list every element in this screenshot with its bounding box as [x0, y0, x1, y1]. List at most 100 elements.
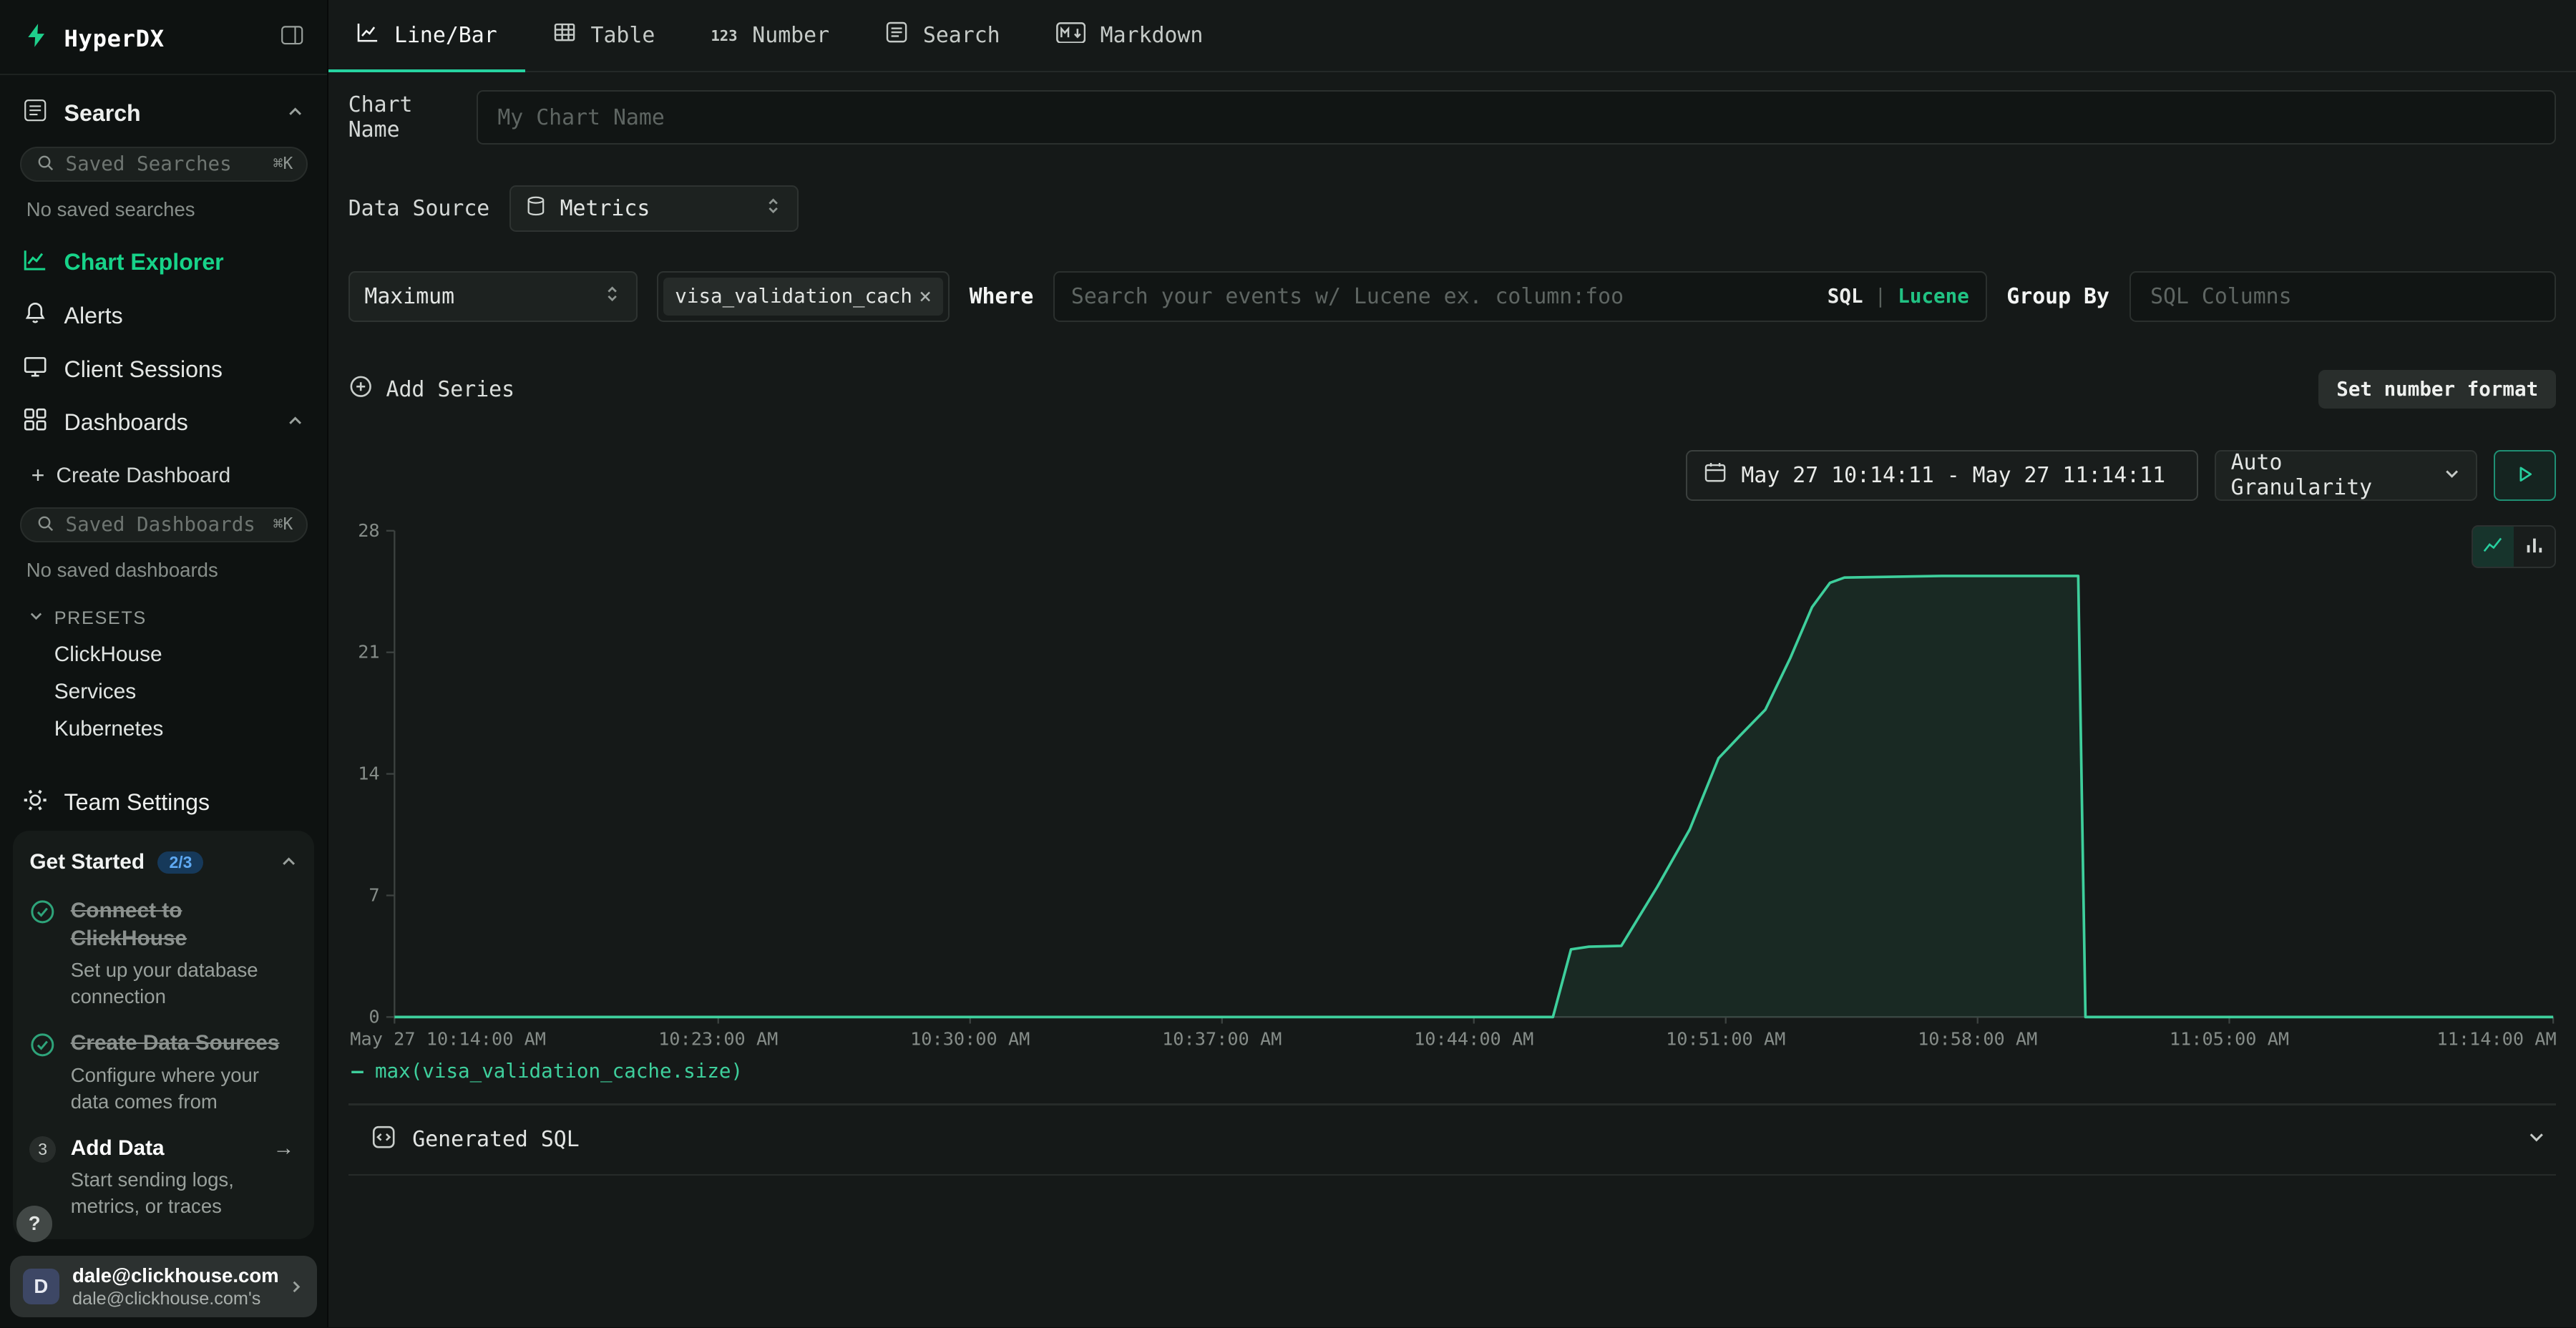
- preset-item-clickhouse[interactable]: ClickHouse: [0, 636, 327, 673]
- step-desc: Configure where your data comes from: [71, 1063, 298, 1115]
- magnifier-icon: [36, 149, 56, 179]
- tab-line-bar[interactable]: Line/Bar: [328, 0, 525, 71]
- sidebar-item-label: Chart Explorer: [64, 249, 224, 275]
- preset-item-kubernetes[interactable]: Kubernetes: [0, 711, 327, 748]
- code-square-icon: [371, 1125, 396, 1155]
- generated-sql-label: Generated SQL: [412, 1127, 579, 1152]
- sidebar-item-alerts[interactable]: Alerts: [0, 289, 327, 343]
- sidebar: HyperDX Search Saved Searches ⌘K No save…: [0, 0, 328, 1327]
- metric-field-input[interactable]: visa_validation_cach ×: [657, 271, 950, 322]
- tab-table[interactable]: Table: [525, 0, 683, 71]
- step-desc: Set up your database connection: [71, 957, 298, 1010]
- sidebar-item-dashboards[interactable]: Dashboards: [0, 396, 327, 449]
- sql-toggle[interactable]: SQL: [1828, 285, 1863, 308]
- hyperdx-logo-icon: [23, 21, 51, 56]
- get-started-header[interactable]: Get Started 2/3: [29, 847, 298, 877]
- svg-text:10:23:00 AM: 10:23:00 AM: [658, 1028, 778, 1049]
- svg-text:0: 0: [369, 1006, 379, 1027]
- svg-text:10:30:00 AM: 10:30:00 AM: [910, 1028, 1030, 1049]
- generated-sql-toggle[interactable]: Generated SQL: [348, 1105, 2557, 1174]
- user-menu[interactable]: D dale@clickhouse.com dale@clickhouse.co…: [10, 1256, 318, 1317]
- sidebar-item-label: Dashboards: [64, 409, 188, 436]
- data-source-value: Metrics: [560, 196, 751, 221]
- remove-tag-icon[interactable]: ×: [919, 284, 932, 309]
- group-by-input[interactable]: [2129, 271, 2557, 322]
- presets-label: PRESETS: [54, 608, 147, 629]
- play-icon: [2515, 460, 2535, 491]
- sidebar-item-team-settings[interactable]: Team Settings: [0, 771, 327, 831]
- run-query-button[interactable]: [2494, 450, 2556, 501]
- get-started-step-1[interactable]: Connect to ClickHouse Set up your databa…: [29, 897, 298, 1010]
- markdown-icon: [1056, 22, 1085, 49]
- tab-search[interactable]: Search: [857, 0, 1028, 71]
- svg-text:May 27 10:14:00 AM: May 27 10:14:00 AM: [350, 1028, 546, 1049]
- chart-name-label: Chart Name: [348, 92, 477, 142]
- chevron-up-icon: [286, 409, 304, 436]
- set-number-format-button[interactable]: Set number format: [2318, 370, 2556, 409]
- step-title: Connect to ClickHouse: [71, 897, 298, 953]
- database-icon: [525, 195, 547, 223]
- add-series-label: Add Series: [386, 377, 515, 402]
- no-saved-dashboards-text: No saved dashboards: [0, 552, 327, 597]
- saved-searches-input[interactable]: Saved Searches ⌘K: [20, 147, 308, 182]
- add-series-button[interactable]: Add Series: [348, 374, 514, 404]
- chevron-down-icon: [2443, 463, 2461, 488]
- sidebar-item-label: Alerts: [64, 303, 123, 329]
- saved-searches-placeholder: Saved Searches: [66, 152, 263, 175]
- magnifier-icon: [36, 509, 56, 540]
- get-started-progress-badge: 2/3: [157, 851, 203, 874]
- get-started-title: Get Started: [29, 850, 145, 874]
- preset-item-services[interactable]: Services: [0, 673, 327, 711]
- timeseries-chart[interactable]: 07142128May 27 10:14:00 AM10:23:00 AM10:…: [348, 521, 2557, 1050]
- chart-legend: — max(visa_validation_cache.size): [351, 1060, 2556, 1083]
- chart-area: 07142128May 27 10:14:00 AM10:23:00 AM10:…: [348, 521, 2557, 1083]
- chart-explorer-icon: [23, 248, 47, 278]
- no-saved-searches-text: No saved searches: [0, 192, 327, 236]
- saved-dashboards-kbd: ⌘K: [273, 515, 293, 534]
- search-section-header[interactable]: Search: [0, 82, 327, 142]
- help-button[interactable]: ?: [16, 1206, 53, 1242]
- svg-text:21: 21: [358, 641, 379, 662]
- chevron-updown-icon: [603, 284, 621, 310]
- app-window: HyperDX Search Saved Searches ⌘K No save…: [0, 0, 2576, 1327]
- sidebar-item-chart-explorer[interactable]: Chart Explorer: [0, 236, 327, 290]
- date-range-picker[interactable]: May 27 10:14:11 - May 27 11:14:11: [1686, 450, 2198, 501]
- aggregation-select[interactable]: Maximum: [348, 271, 638, 322]
- line-chart-icon: [356, 21, 379, 49]
- saved-dashboards-input[interactable]: Saved Dashboards ⌘K: [20, 507, 308, 542]
- search-list-icon: [23, 98, 47, 128]
- tab-label: Markdown: [1101, 23, 1204, 48]
- get-started-step-3[interactable]: 3 Add Data Start sending logs, metrics, …: [29, 1135, 298, 1220]
- sidebar-item-client-sessions[interactable]: Client Sessions: [0, 343, 327, 396]
- tab-label: Table: [590, 23, 655, 48]
- chevron-up-icon: [280, 847, 298, 877]
- lucene-toggle[interactable]: Lucene: [1898, 285, 1969, 308]
- number-123-icon: 123: [711, 27, 737, 44]
- line-view-button[interactable]: [2473, 527, 2514, 566]
- granularity-select[interactable]: Auto Granularity: [2215, 450, 2477, 501]
- create-dashboard-button[interactable]: + Create Dashboard: [0, 449, 327, 502]
- user-email: dale@clickhouse.com: [72, 1264, 275, 1287]
- bar-view-button[interactable]: [2514, 527, 2555, 566]
- monitor-icon: [23, 354, 47, 384]
- svg-text:10:44:00 AM: 10:44:00 AM: [1414, 1028, 1533, 1049]
- data-source-select[interactable]: Metrics: [509, 185, 799, 231]
- sidebar-divider: [0, 74, 327, 75]
- logo-row: HyperDX: [0, 0, 327, 74]
- presets-toggle[interactable]: PRESETS: [0, 596, 327, 635]
- legend-series-label: max(visa_validation_cache.size): [375, 1060, 743, 1083]
- tab-number[interactable]: 123 Number: [683, 0, 857, 71]
- data-source-label: Data Source: [348, 196, 509, 221]
- step-desc: Start sending logs, metrics, or traces: [71, 1167, 298, 1219]
- arrow-right-icon: →: [273, 1136, 294, 1161]
- collapse-sidebar-icon[interactable]: [280, 23, 304, 54]
- get-started-step-2[interactable]: Create Data Sources Configure where your…: [29, 1030, 298, 1115]
- tab-label: Line/Bar: [394, 23, 497, 48]
- tab-label: Number: [752, 23, 829, 48]
- group-by-label: Group By: [2006, 284, 2109, 309]
- svg-text:14: 14: [358, 763, 379, 783]
- where-input[interactable]: [1071, 284, 1815, 309]
- tab-markdown[interactable]: Markdown: [1028, 0, 1231, 71]
- chart-name-input[interactable]: [477, 90, 2557, 145]
- table-icon: [553, 21, 576, 49]
